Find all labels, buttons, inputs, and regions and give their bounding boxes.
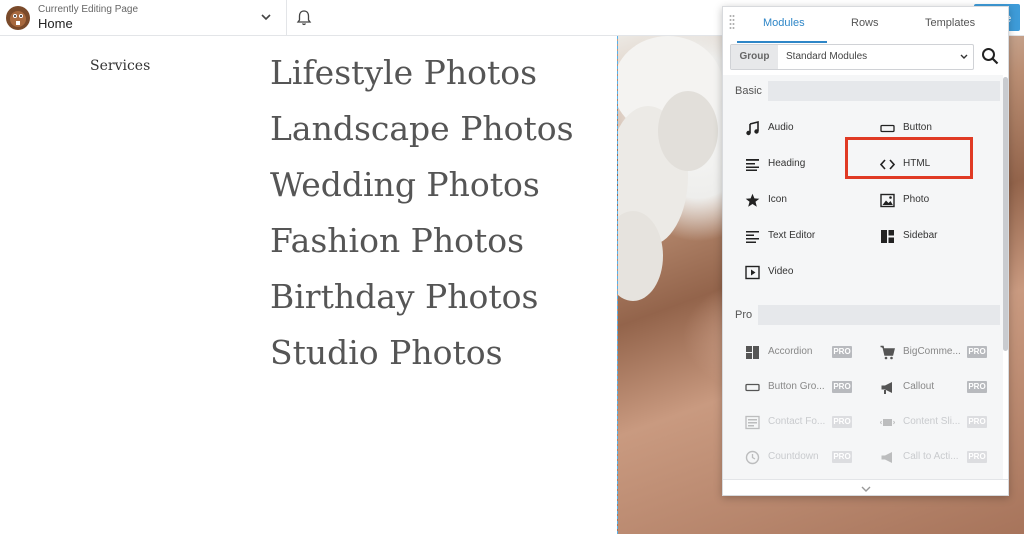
heading-icon — [746, 159, 759, 171]
pro-badge: PRO — [832, 416, 852, 428]
toolbar-divider — [286, 0, 287, 36]
module-countdown[interactable]: Countdown PRO — [745, 448, 857, 468]
services-list: Lifestyle Photos Landscape Photos Weddin… — [270, 54, 600, 390]
chevron-down-icon[interactable] — [860, 484, 872, 494]
highlight-box — [845, 137, 973, 179]
sidebar-icon — [881, 230, 894, 243]
modules-list[interactable]: Basic Audio Button Heading HTML Icon Pho… — [723, 75, 1003, 479]
tab-templates[interactable]: Templates — [925, 17, 975, 29]
scrollbar-thumb[interactable] — [1003, 77, 1008, 351]
module-icon[interactable]: Icon — [745, 191, 855, 211]
clock-icon — [745, 450, 760, 465]
pro-badge: PRO — [967, 381, 987, 393]
module-audio[interactable]: Audio — [745, 119, 855, 139]
module-button-group[interactable]: Button Gro... PRO — [745, 378, 857, 398]
module-heading[interactable]: Heading — [745, 155, 855, 175]
module-label: Photo — [903, 194, 930, 205]
section-header-pro: Pro — [729, 305, 1000, 325]
service-item[interactable]: Studio Photos — [270, 334, 600, 372]
module-callout[interactable]: Callout PRO — [880, 378, 992, 398]
tab-rows[interactable]: Rows — [851, 17, 879, 29]
cart-icon — [880, 345, 895, 360]
pro-badge: PRO — [967, 416, 987, 428]
module-accordion[interactable]: Accordion PRO — [745, 343, 857, 363]
module-label: Contact Fo... — [768, 416, 826, 427]
section-label: Basic — [729, 81, 768, 101]
module-label: Call to Acti... — [903, 451, 959, 462]
flower-image — [618, 36, 723, 301]
module-button[interactable]: Button — [880, 119, 990, 139]
module-label: BigComme... — [903, 346, 961, 357]
module-sidebar[interactable]: Sidebar — [880, 227, 990, 247]
page-title[interactable]: Home — [38, 16, 73, 31]
service-item[interactable]: Fashion Photos — [270, 222, 600, 260]
module-label: Callout — [903, 381, 935, 392]
module-call-to-action[interactable]: Call to Acti... PRO — [880, 448, 992, 468]
service-item[interactable]: Lifestyle Photos — [270, 54, 600, 92]
button-icon — [880, 124, 895, 133]
content-panel: Modules Rows Templates Group Standard Mo… — [722, 6, 1009, 496]
module-label: Heading — [768, 158, 806, 169]
pro-badge: PRO — [832, 346, 852, 358]
star-icon — [745, 193, 760, 207]
module-contact-form[interactable]: Contact Fo... PRO — [745, 413, 857, 433]
module-content-slider[interactable]: Content Sli... PRO — [880, 413, 992, 433]
megaphone-icon — [881, 382, 892, 394]
image-icon — [880, 193, 895, 208]
music-note-icon — [746, 121, 759, 136]
module-video[interactable]: Video — [745, 263, 855, 283]
form-icon — [745, 415, 760, 430]
module-text-editor[interactable]: Text Editor — [745, 227, 855, 247]
search-icon[interactable] — [981, 47, 999, 65]
pro-badge: PRO — [832, 451, 852, 463]
module-label: Audio — [768, 122, 794, 133]
pro-badge: PRO — [967, 451, 987, 463]
module-label: Accordion — [768, 346, 813, 357]
pro-badge: PRO — [832, 381, 852, 393]
accordion-icon — [746, 346, 759, 359]
module-label: Button — [903, 122, 932, 133]
button-icon — [745, 383, 760, 392]
section-label: Pro — [729, 305, 759, 325]
module-label: Icon — [768, 194, 787, 205]
chevron-down-icon[interactable] — [258, 9, 274, 25]
service-item[interactable]: Birthday Photos — [270, 278, 600, 316]
editing-label: Currently Editing Page — [38, 4, 139, 15]
active-tab-indicator — [737, 41, 827, 43]
group-select[interactable]: Group Standard Modules — [730, 44, 974, 70]
tab-modules[interactable]: Modules — [763, 17, 805, 29]
panel-footer — [723, 479, 1008, 495]
module-label: Text Editor — [768, 230, 816, 241]
module-label: Sidebar — [903, 230, 938, 241]
module-label: Button Gro... — [768, 381, 825, 392]
module-label: Video — [768, 266, 794, 277]
video-icon — [745, 265, 760, 280]
panel-tabs: Modules Rows Templates — [723, 7, 1008, 43]
pro-badge: PRO — [967, 346, 987, 358]
service-item[interactable]: Landscape Photos — [270, 110, 600, 148]
services-heading[interactable]: Services — [90, 58, 150, 74]
megaphone-icon — [881, 452, 892, 463]
text-editor-icon — [746, 231, 759, 243]
module-label: Countdown — [768, 451, 819, 462]
beaver-logo-icon — [6, 6, 30, 30]
module-bigcommerce[interactable]: BigComme... PRO — [880, 343, 992, 363]
chevron-down-icon[interactable] — [959, 53, 969, 61]
service-item[interactable]: Wedding Photos — [270, 166, 600, 204]
group-label: Group — [731, 45, 778, 69]
slider-icon — [880, 419, 895, 426]
module-label: Content Sli... — [903, 416, 961, 427]
group-value[interactable]: Standard Modules — [786, 45, 867, 69]
module-photo[interactable]: Photo — [880, 191, 990, 211]
bell-icon[interactable] — [295, 9, 313, 27]
section-header-basic: Basic — [729, 81, 1000, 101]
